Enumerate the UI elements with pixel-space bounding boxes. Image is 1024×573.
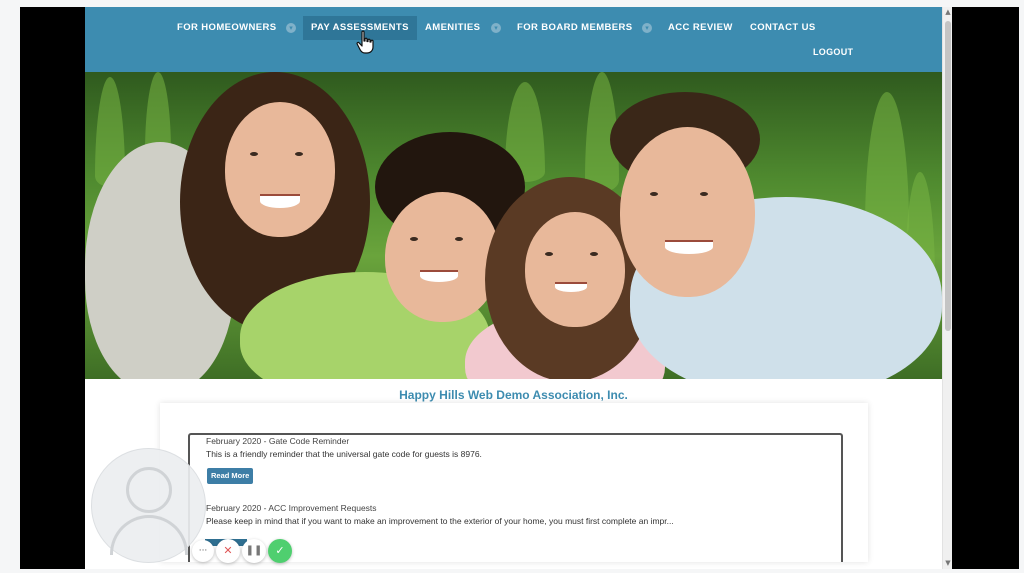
nav-acc-review[interactable]: ACC REVIEW bbox=[660, 16, 741, 40]
chevron-down-icon[interactable]: ▾ bbox=[491, 23, 501, 33]
hand-cursor-icon bbox=[356, 30, 374, 54]
news-item-title: February 2020 - Gate Code Reminder bbox=[206, 436, 350, 446]
user-icon bbox=[126, 467, 172, 513]
chevron-down-icon[interactable]: ▾ bbox=[642, 23, 652, 33]
scroll-down-icon[interactable]: ▼ bbox=[944, 559, 952, 567]
scroll-thumb[interactable] bbox=[945, 21, 951, 331]
news-item-title: February 2020 - ACC Improvement Requests bbox=[206, 503, 377, 513]
news-item-body: This is a friendly reminder that the uni… bbox=[206, 449, 482, 459]
letterbox-right bbox=[952, 7, 1019, 569]
nav-amenities[interactable]: AMENITIES bbox=[417, 16, 488, 40]
news-item-body: Please keep in mind that if you want to … bbox=[206, 516, 674, 526]
nav-for-board-members[interactable]: FOR BOARD MEMBERS bbox=[509, 16, 641, 40]
check-icon[interactable]: ✓ bbox=[268, 539, 292, 563]
scroll-up-icon[interactable]: ▲ bbox=[944, 8, 952, 16]
more-icon[interactable]: ··· bbox=[192, 540, 214, 562]
page-scrollbar[interactable]: ▲ ▼ bbox=[942, 7, 952, 569]
association-title: Happy Hills Web Demo Association, Inc. bbox=[399, 388, 628, 402]
logout-link[interactable]: LOGOUT bbox=[813, 47, 853, 57]
nav-contact-us[interactable]: CONTACT US bbox=[742, 16, 824, 40]
screen: FOR HOMEOWNERS ▾ PAY ASSESSMENTS AMENITI… bbox=[0, 0, 1024, 573]
main-navbar: FOR HOMEOWNERS ▾ PAY ASSESSMENTS AMENITI… bbox=[85, 7, 942, 72]
nav-for-homeowners[interactable]: FOR HOMEOWNERS bbox=[169, 16, 285, 40]
letterbox-left bbox=[20, 7, 85, 569]
close-icon[interactable]: ✕ bbox=[216, 539, 240, 563]
read-more-button[interactable]: Read More bbox=[207, 468, 254, 484]
avatar-placeholder bbox=[91, 448, 206, 563]
hero-family-photo bbox=[85, 72, 942, 379]
chevron-down-icon[interactable]: ▾ bbox=[286, 23, 296, 33]
pause-icon[interactable]: ❚❚ bbox=[242, 539, 266, 563]
